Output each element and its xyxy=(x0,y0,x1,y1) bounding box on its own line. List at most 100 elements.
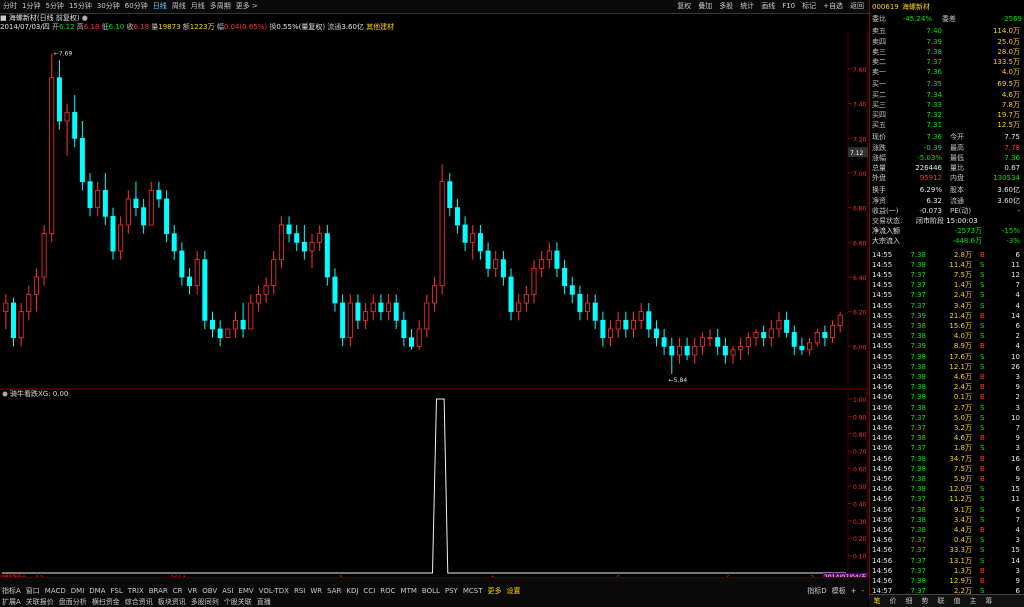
settings-icon[interactable]: ● xyxy=(82,14,88,22)
indicator-tab-7[interactable]: BRAR xyxy=(149,586,168,596)
stock-name: 海螺新材 xyxy=(902,3,930,11)
template-link-1[interactable]: 模板 xyxy=(832,587,846,595)
period-tab-2[interactable]: 5分钟 xyxy=(45,0,63,13)
indicator-tab-24[interactable]: 更多 xyxy=(488,586,502,596)
indicator-tab-4[interactable]: DMA xyxy=(89,586,105,596)
kline-chart[interactable]: 7.60 7.40 7.20 7.00 6.80 6.60 6.40 6.20 6.00 7.12… xyxy=(0,31,868,577)
tool-link-1[interactable]: 叠加 xyxy=(698,0,712,13)
industry-tag[interactable]: 其他建材 xyxy=(366,23,394,31)
tool-link-6[interactable]: 标记 xyxy=(802,0,816,13)
period-tab-7[interactable]: 周线 xyxy=(172,0,186,13)
candle-body xyxy=(439,181,445,287)
indicator-tab-2[interactable]: MACD xyxy=(45,586,66,596)
panel-tab-5[interactable]: 值 xyxy=(949,595,965,607)
period-tab-8[interactable]: 月线 xyxy=(191,0,205,13)
indicator-tab-10[interactable]: OBV xyxy=(202,586,217,596)
indicator-tab-16[interactable]: SAR xyxy=(327,586,341,596)
template-link-3[interactable]: - xyxy=(861,587,864,595)
indicator-tab-12[interactable]: EMV xyxy=(238,586,253,596)
tick-time: 14:56 xyxy=(872,413,893,422)
candle-body xyxy=(424,302,430,330)
panel-tab-6[interactable]: 主 xyxy=(965,595,981,607)
panel-tab-4[interactable]: 联 xyxy=(933,595,949,607)
tick-vol: 33.3万 xyxy=(949,546,972,555)
tick-row-21: 14:56 7.38 7.5万 B 6 xyxy=(872,464,1022,474)
indicator-settings-icon[interactable] xyxy=(2,391,8,397)
turn-value: 0.55%(量复权) xyxy=(276,23,326,31)
tick-price: 7.38 xyxy=(910,352,926,361)
period-tab-4[interactable]: 30分钟 xyxy=(97,0,120,13)
panel-tab-1[interactable]: 价 xyxy=(885,595,901,607)
tool-link-4[interactable]: 画线 xyxy=(761,0,775,13)
candle-body xyxy=(669,345,675,356)
period-tab-1[interactable]: 1分钟 xyxy=(22,0,40,13)
indicator-tab-23[interactable]: MCST xyxy=(463,586,483,596)
indicator-tab-9[interactable]: VR xyxy=(188,586,198,596)
panel-tab-3[interactable]: 势 xyxy=(917,595,933,607)
indicator-tab-19[interactable]: ROC xyxy=(380,586,395,596)
tool-link-8[interactable]: 返回 xyxy=(850,0,864,13)
candle-body xyxy=(753,332,759,339)
period-tab-9[interactable]: 多周期 xyxy=(210,0,231,13)
period-tab-6[interactable]: 日线 xyxy=(153,0,167,13)
indicator-tab-18[interactable]: CCI xyxy=(363,586,375,596)
indicator-tab-20[interactable]: MTM xyxy=(401,586,417,596)
indicator-tab-14[interactable]: RSI xyxy=(294,586,305,596)
period-tab-3[interactable]: 15分钟 xyxy=(69,0,92,13)
period-tab-5[interactable]: 60分钟 xyxy=(125,0,148,13)
candle-body xyxy=(791,332,797,347)
tool-link-7[interactable]: +自选 xyxy=(823,0,843,13)
tick-vol: 8.9万 xyxy=(953,342,972,351)
candle-body xyxy=(41,233,47,278)
candle-body xyxy=(562,267,568,287)
tick-side: S xyxy=(980,444,985,453)
tool-link-0[interactable]: 复权 xyxy=(677,0,691,13)
indicator-tab-3[interactable]: DMI xyxy=(71,586,85,596)
indicator-tab-21[interactable]: BOLL xyxy=(422,586,440,596)
template-link-0[interactable]: 指标D xyxy=(807,587,826,595)
indicator-tab-15[interactable]: WR xyxy=(310,586,322,596)
indicator-tab-0[interactable]: 指标A xyxy=(2,586,21,596)
indicator-tab-17[interactable]: KDJ xyxy=(346,586,358,596)
indicator-tab-8[interactable]: CR xyxy=(173,586,183,596)
tick-row-0: 14:55 7.38 2.8万 B 6 xyxy=(872,250,1022,260)
weibi-label: 委比 xyxy=(872,15,886,24)
tick-vol: 1.4万 xyxy=(953,281,972,290)
trade-status-label: 交易状态: xyxy=(872,217,903,225)
indicator-tab-6[interactable]: TRIX xyxy=(128,586,144,596)
indicator-tab-22[interactable]: PSY xyxy=(445,586,458,596)
tick-side: B xyxy=(980,566,985,575)
tick-count: 2 xyxy=(1015,393,1020,402)
candle-body xyxy=(830,325,836,339)
candle-body xyxy=(95,189,101,209)
tool-link-3[interactable]: 统计 xyxy=(740,0,754,13)
candle-body xyxy=(340,302,346,339)
tick-time: 14:56 xyxy=(872,383,893,392)
ask-price: 7.40 xyxy=(926,27,942,36)
indicator-tab-5[interactable]: FSL xyxy=(111,586,123,596)
tick-time: 14:56 xyxy=(872,566,893,575)
tool-link-2[interactable]: 多股 xyxy=(719,0,733,13)
trade-status-value: 闭市阶段 15:00:03 xyxy=(916,217,978,225)
panel-tab-0[interactable]: 笔 xyxy=(869,595,885,607)
tick-row-31: 14:56 7.37 1.3万 B 3 xyxy=(872,566,1022,576)
tool-link-5[interactable]: F10 xyxy=(782,0,795,13)
candle-body xyxy=(102,189,108,217)
tick-price: 7.37 xyxy=(910,546,926,555)
indicator-tab-11[interactable]: ASI xyxy=(222,586,233,596)
period-tab-0[interactable]: 分时 xyxy=(3,0,17,13)
candle-body xyxy=(546,250,552,261)
indicator-tab-1[interactable]: 窗口 xyxy=(26,586,40,596)
tick-price: 7.38 xyxy=(910,332,926,341)
ask-label: 卖一 xyxy=(872,68,886,77)
tick-count: 3 xyxy=(1015,566,1020,575)
tick-count: 11 xyxy=(1011,260,1020,269)
indicator-tab-13[interactable]: VOL-TDX xyxy=(259,586,289,596)
price-tick-label: 6.80 xyxy=(853,206,867,213)
tick-side: S xyxy=(980,332,985,341)
indicator-tab-25[interactable]: 设置 xyxy=(507,586,521,596)
panel-tab-7[interactable]: 筹 xyxy=(981,595,997,607)
period-tab-10[interactable]: 更多 > xyxy=(236,0,258,13)
panel-tab-2[interactable]: 细 xyxy=(901,595,917,607)
template-link-2[interactable]: + xyxy=(851,587,857,595)
